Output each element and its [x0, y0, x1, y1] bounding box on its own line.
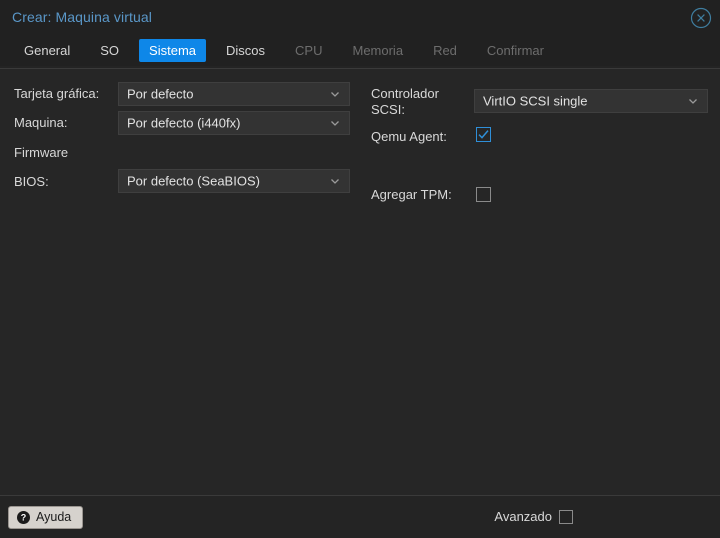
dialog-footer: ? Ayuda Avanzado Atrás Siguiente — [0, 497, 720, 538]
tab-cpu: CPU — [295, 42, 323, 58]
tab-so[interactable]: SO — [90, 39, 129, 62]
tab-bar: General SO Sistema Discos CPU Memoria Re… — [0, 36, 720, 66]
tab-memoria: Memoria — [352, 42, 404, 58]
help-button-label: Ayuda — [36, 510, 72, 524]
qemu-agent-checkbox[interactable] — [476, 127, 491, 142]
firmware-section-label: Firmware — [14, 145, 69, 160]
tab-red: Red — [433, 42, 457, 58]
svg-text:?: ? — [21, 513, 27, 523]
form-column-right: Controlador SCSI: VirtIO SCSI single Qem… — [360, 69, 720, 495]
bios-value: Por defecto (SeaBIOS) — [127, 173, 260, 189]
graphics-card-label: Tarjeta gráfica: — [14, 86, 100, 101]
form-column-left: Tarjeta gráfica: Por defecto Maquina: Po… — [0, 69, 360, 495]
close-icon[interactable] — [688, 5, 714, 31]
chevron-down-icon — [329, 175, 341, 187]
advanced-label: Avanzado — [494, 509, 552, 524]
dialog-titlebar: Crear: Maquina virtual — [0, 0, 720, 36]
scsi-controller-value: VirtIO SCSI single — [483, 93, 588, 109]
graphics-card-value: Por defecto — [127, 86, 194, 102]
machine-select[interactable]: Por defecto (i440fx) — [118, 111, 350, 135]
checkmark-icon — [477, 128, 490, 141]
chevron-down-icon — [329, 88, 341, 100]
help-button[interactable]: ? Ayuda — [8, 506, 84, 529]
scsi-controller-select[interactable]: VirtIO SCSI single — [474, 89, 708, 113]
scsi-controller-label: Controlador SCSI: — [371, 86, 439, 117]
advanced-checkbox[interactable] — [559, 509, 573, 524]
qemu-agent-label: Qemu Agent: — [371, 129, 447, 144]
machine-value: Por defecto (i440fx) — [127, 115, 241, 131]
bios-label: BIOS: — [14, 174, 49, 189]
tab-discos[interactable]: Discos — [216, 39, 275, 62]
tab-sistema[interactable]: Sistema — [139, 38, 207, 62]
tab-confirmar: Confirmar — [486, 42, 544, 58]
machine-label: Maquina: — [14, 115, 68, 130]
tab-general[interactable]: General — [14, 39, 80, 62]
dialog-title: Crear: Maquina virtual — [12, 9, 152, 25]
chevron-down-icon — [687, 95, 699, 107]
question-mark-icon: ? — [17, 511, 30, 524]
chevron-down-icon — [329, 117, 341, 129]
advanced-option: Avanzado — [494, 509, 573, 524]
sistema-tab-panel: Tarjeta gráfica: Por defecto Maquina: Po… — [0, 68, 720, 496]
create-vm-dialog: Crear: Maquina virtual General SO Sistem… — [0, 0, 720, 538]
add-tpm-checkbox[interactable] — [476, 187, 491, 202]
add-tpm-label: Agregar TPM: — [371, 187, 452, 202]
bios-select[interactable]: Por defecto (SeaBIOS) — [118, 169, 350, 193]
graphics-card-select[interactable]: Por defecto — [118, 82, 350, 106]
